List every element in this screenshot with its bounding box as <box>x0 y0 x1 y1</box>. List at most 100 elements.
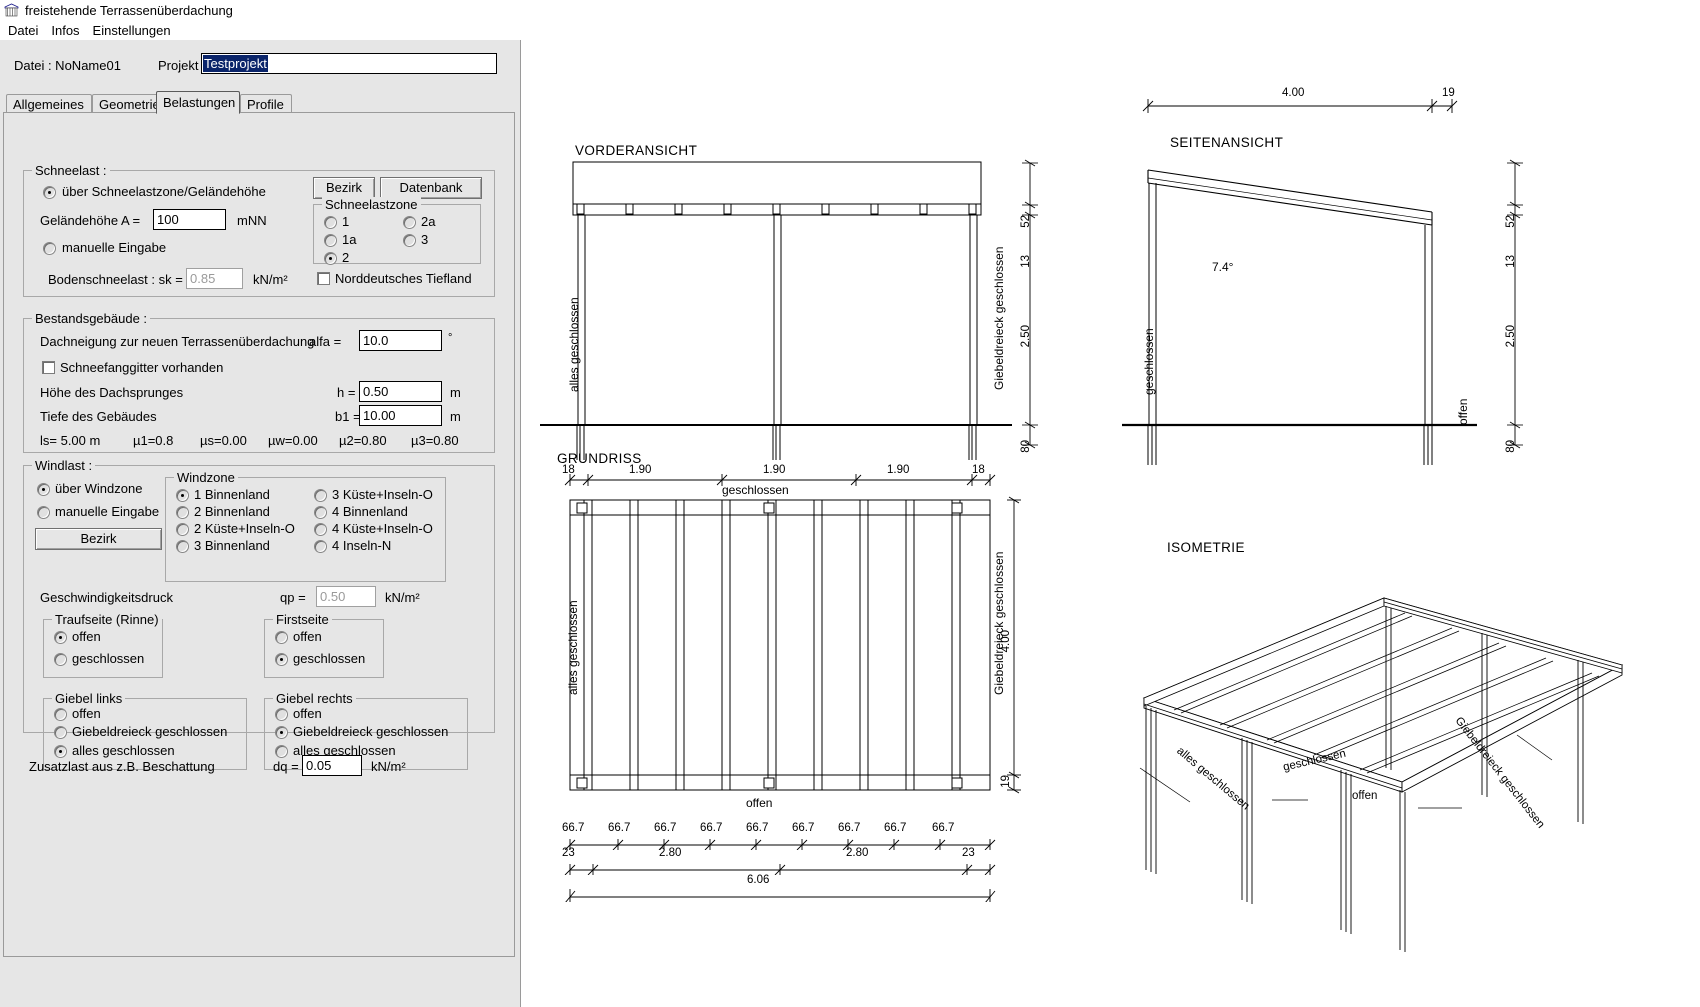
radio-windzone-3-binnenland[interactable] <box>176 540 189 553</box>
tab-panel-belastungen: Schneelast : über Schneelastzone/Gelände… <box>3 112 515 957</box>
menubar: Datei Infos Einstellungen <box>0 21 1700 39</box>
group-firstseite-caption: Firstseite <box>273 612 332 627</box>
radio-giebel-links-dreieck[interactable] <box>54 726 67 739</box>
side-dim-19: 19 <box>1442 87 1455 99</box>
radio-windzone-1-binnenland-label: 1 Binnenland <box>194 487 270 502</box>
front-dim-52: 52 <box>1020 215 1032 228</box>
tab-bar: Allgemeines Geometrie Belastungen Profil… <box>3 91 515 114</box>
radio-traufseite-offen[interactable] <box>54 631 67 644</box>
tab-belastungen[interactable]: Belastungen <box>156 91 240 114</box>
group-giebel-rechts-caption: Giebel rechts <box>273 691 356 706</box>
snow-datenbank-button[interactable]: Datenbank <box>380 177 482 199</box>
radio-giebel-rechts-alles[interactable] <box>275 745 288 758</box>
plan-rafter-dim-2: 66.7 <box>608 822 631 834</box>
result-ls: ls= 5.00 m <box>40 433 101 448</box>
drawing-grundriss <box>569 499 991 791</box>
radio-windzone-2-kueste[interactable] <box>176 523 189 536</box>
radio-snowzone-1a[interactable] <box>324 234 337 247</box>
radio-traufseite-geschlossen[interactable] <box>54 653 67 666</box>
side-angle-label: 7.4° <box>1212 260 1234 274</box>
plan-mid-dimension <box>564 864 996 875</box>
group-schneelast: Schneelast : über Schneelastzone/Gelände… <box>23 163 495 297</box>
radio-windzone-4-binnenland-label: 4 Binnenland <box>332 504 408 519</box>
radio-windzone-1-binnenland[interactable] <box>176 489 189 502</box>
side-right-label: offen <box>1456 398 1470 425</box>
radio-giebel-rechts-offen[interactable] <box>275 708 288 721</box>
plan-rafter-dim-7: 66.7 <box>838 822 861 834</box>
radio-firstseite-geschlossen[interactable] <box>275 653 288 666</box>
radio-snowzone-2a[interactable] <box>403 216 416 229</box>
plan-rafter-dim-4: 66.7 <box>700 822 723 834</box>
group-bestandsgebaeude-caption: Bestandsgebäude : <box>32 311 151 326</box>
checkbox-schneefanggitter[interactable] <box>42 361 55 374</box>
window-icon <box>4 3 19 18</box>
radio-firstseite-offen[interactable] <box>275 631 288 644</box>
plan-left-label: alles geschlossen <box>566 600 580 695</box>
plan-top-dim-18b: 18 <box>972 464 985 476</box>
radio-snow-mode-zone-label: über Schneelastzone/Geländehöhe <box>62 184 266 199</box>
result-muw: µw=0.00 <box>268 433 318 448</box>
radio-wind-mode-zone[interactable] <box>37 483 50 496</box>
radio-wind-mode-manual[interactable] <box>37 506 50 519</box>
plan-mid-dim-23a: 23 <box>562 847 575 859</box>
radio-giebel-links-alles[interactable] <box>54 745 67 758</box>
gelaendehoehe-input[interactable] <box>153 209 226 230</box>
side-dim-52: 52 <box>1505 215 1517 228</box>
tab-geometrie[interactable]: Geometrie <box>92 94 166 113</box>
snow-bezirk-button[interactable]: Bezirk <box>313 177 375 199</box>
radio-snowzone-1a-label: 1a <box>342 232 357 247</box>
wind-bezirk-button[interactable]: Bezirk <box>35 528 162 550</box>
checkbox-norddeutsches-tiefland[interactable] <box>317 272 330 285</box>
plan-mid-dim-280b: 2.80 <box>846 847 869 859</box>
bodenschneelast-input[interactable] <box>186 268 243 289</box>
radio-firstseite-offen-label: offen <box>293 629 322 644</box>
qp-input[interactable] <box>316 586 376 607</box>
radio-windzone-3-binnenland-label: 3 Binnenland <box>194 538 270 553</box>
front-left-label: alles geschlossen <box>567 297 581 392</box>
result-mu1: µ1=0.8 <box>133 433 174 448</box>
side-dim-250: 2.50 <box>1505 325 1517 348</box>
dachsprung-input[interactable] <box>359 381 442 402</box>
plan-dim-19: 19 <box>1000 775 1012 788</box>
group-traufseite-caption: Traufseite (Rinne) <box>52 612 162 627</box>
bodenschneelast-label: Bodenschneelast : sk = <box>48 272 183 287</box>
menu-item-infos[interactable]: Infos <box>47 23 88 38</box>
menu-item-datei[interactable]: Datei <box>4 23 47 38</box>
radio-windzone-4-kueste[interactable] <box>314 523 327 536</box>
radio-giebel-rechts-dreieck[interactable] <box>275 726 288 739</box>
tiefe-symbol: b1 = <box>335 409 361 424</box>
radio-snow-mode-zone[interactable] <box>43 186 56 199</box>
radio-windzone-4-inseln[interactable] <box>314 540 327 553</box>
radio-traufseite-geschlossen-label: geschlossen <box>72 651 145 666</box>
front-dimension-chain <box>1022 159 1038 449</box>
group-giebel-links-caption: Giebel links <box>52 691 126 706</box>
radio-windzone-2-binnenland[interactable] <box>176 506 189 519</box>
plan-top-dim-190a: 1.90 <box>629 464 652 476</box>
group-schneelastzone: Schneelastzone 1 1a 2 2a 3 <box>313 197 481 265</box>
tab-profile[interactable]: Profile <box>240 94 292 113</box>
result-mu2: µ2=0.80 <box>339 433 387 448</box>
tiefe-input[interactable] <box>359 405 442 426</box>
group-windlast-caption: Windlast : <box>32 458 96 473</box>
radio-snowzone-1-label: 1 <box>342 214 350 229</box>
group-bestandsgebaeude: Bestandsgebäude : Dachneigung zur neuen … <box>23 311 495 453</box>
radio-wind-mode-manual-label: manuelle Eingabe <box>55 504 160 519</box>
tab-allgemeines[interactable]: Allgemeines <box>6 94 92 113</box>
group-traufseite: Traufseite (Rinne) offen geschlossen <box>43 612 163 678</box>
radio-windzone-3-kueste[interactable] <box>314 489 327 502</box>
menu-item-einstellungen[interactable]: Einstellungen <box>89 23 180 38</box>
radio-snow-mode-manual[interactable] <box>43 242 56 255</box>
radio-windzone-4-binnenland[interactable] <box>314 506 327 519</box>
radio-snowzone-2[interactable] <box>324 252 337 265</box>
alfa-input[interactable] <box>359 330 442 351</box>
radio-giebel-links-offen[interactable] <box>54 708 67 721</box>
plan-rafter-dim-8: 66.7 <box>884 822 907 834</box>
radio-giebel-rechts-dreieck-label: Giebeldreieck geschlossen <box>293 724 449 739</box>
gelaendehoehe-unit: mNN <box>237 213 267 228</box>
drawing-seitenansicht <box>1122 169 1477 465</box>
side-top-dimension <box>1142 99 1458 113</box>
radio-snowzone-1[interactable] <box>324 216 337 229</box>
radio-snowzone-3[interactable] <box>403 234 416 247</box>
zusatzlast-input[interactable] <box>302 755 362 776</box>
side-dim-13: 13 <box>1505 255 1517 268</box>
